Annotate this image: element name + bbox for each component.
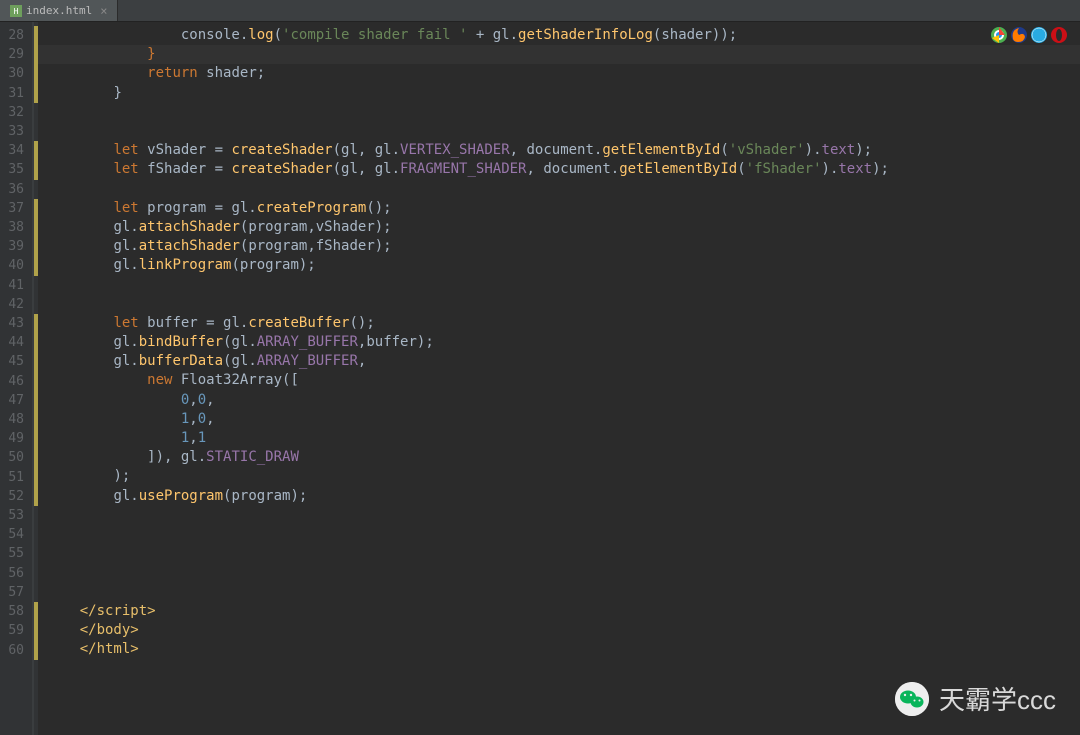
line-number: 47 (0, 391, 24, 410)
code-line[interactable] (46, 122, 1080, 141)
code-line[interactable] (46, 563, 1080, 582)
line-number: 38 (0, 218, 24, 237)
safari-icon[interactable] (1030, 26, 1048, 44)
code-line[interactable]: } (46, 84, 1080, 103)
editor-tab-index-html[interactable]: H index.html × (0, 0, 118, 21)
line-number: 48 (0, 410, 24, 429)
code-line[interactable] (46, 295, 1080, 314)
line-number: 35 (0, 160, 24, 179)
code-line[interactable]: </html> (46, 640, 1080, 659)
code-line[interactable]: console.log('compile shader fail ' + gl.… (46, 26, 1080, 45)
line-number: 49 (0, 429, 24, 448)
code-line[interactable]: let fShader = createShader(gl, gl.FRAGME… (46, 160, 1080, 179)
firefox-icon[interactable] (1010, 26, 1028, 44)
line-number: 29 (0, 45, 24, 64)
code-editor[interactable]: 2829303132333435363738394041424344454647… (0, 22, 1080, 735)
wechat-icon (895, 682, 929, 716)
line-number: 60 (0, 641, 24, 660)
line-number: 31 (0, 84, 24, 103)
code-line[interactable] (46, 582, 1080, 601)
code-line[interactable]: } (46, 45, 1080, 64)
line-number: 52 (0, 487, 24, 506)
code-line[interactable]: new Float32Array([ (46, 371, 1080, 390)
line-number: 30 (0, 64, 24, 83)
code-line[interactable]: ); (46, 467, 1080, 486)
line-number: 42 (0, 295, 24, 314)
tab-close-icon[interactable]: × (100, 4, 107, 18)
line-number: 57 (0, 583, 24, 602)
code-line[interactable]: ]), gl.STATIC_DRAW (46, 448, 1080, 467)
code-line[interactable]: let vShader = createShader(gl, gl.VERTEX… (46, 141, 1080, 160)
line-number: 53 (0, 506, 24, 525)
code-line[interactable]: gl.bindBuffer(gl.ARRAY_BUFFER,buffer); (46, 333, 1080, 352)
code-line[interactable] (46, 544, 1080, 563)
opera-icon[interactable] (1050, 26, 1068, 44)
code-line[interactable]: gl.attachShader(program,fShader); (46, 237, 1080, 256)
line-number: 43 (0, 314, 24, 333)
code-line[interactable]: gl.bufferData(gl.ARRAY_BUFFER, (46, 352, 1080, 371)
code-line[interactable]: 1,1 (46, 429, 1080, 448)
code-line[interactable] (46, 275, 1080, 294)
code-line[interactable]: 0,0, (46, 391, 1080, 410)
line-number: 59 (0, 621, 24, 640)
line-number: 37 (0, 199, 24, 218)
code-line[interactable]: </body> (46, 621, 1080, 640)
code-line[interactable]: gl.useProgram(program); (46, 487, 1080, 506)
line-number: 54 (0, 525, 24, 544)
browser-preview-icons (990, 26, 1068, 44)
svg-text:H: H (14, 7, 19, 16)
line-number: 56 (0, 564, 24, 583)
watermark-text: 天霸学ccc (939, 680, 1056, 717)
code-line[interactable]: let buffer = gl.createBuffer(); (46, 314, 1080, 333)
line-number: 51 (0, 468, 24, 487)
line-number: 55 (0, 544, 24, 563)
code-line[interactable]: return shader; (46, 64, 1080, 83)
tab-label: index.html (26, 4, 92, 17)
code-line[interactable] (46, 180, 1080, 199)
line-number: 50 (0, 448, 24, 467)
line-number: 40 (0, 256, 24, 275)
code-line[interactable]: </script> (46, 602, 1080, 621)
code-line[interactable]: gl.linkProgram(program); (46, 256, 1080, 275)
line-number: 28 (0, 26, 24, 45)
line-number: 32 (0, 103, 24, 122)
code-line[interactable] (46, 525, 1080, 544)
code-line[interactable]: 1,0, (46, 410, 1080, 429)
line-number: 39 (0, 237, 24, 256)
line-number: 41 (0, 276, 24, 295)
line-number: 44 (0, 333, 24, 352)
line-number: 45 (0, 352, 24, 371)
line-number: 34 (0, 141, 24, 160)
watermark: 天霸学ccc (895, 680, 1056, 717)
code-area[interactable]: console.log('compile shader fail ' + gl.… (38, 22, 1080, 735)
line-number: 36 (0, 180, 24, 199)
code-line[interactable]: let program = gl.createProgram(); (46, 199, 1080, 218)
line-number: 58 (0, 602, 24, 621)
code-line[interactable] (46, 506, 1080, 525)
tab-bar: H index.html × (0, 0, 1080, 22)
chrome-icon[interactable] (990, 26, 1008, 44)
html-file-icon: H (10, 5, 22, 17)
code-line[interactable]: gl.attachShader(program,vShader); (46, 218, 1080, 237)
line-number-gutter: 2829303132333435363738394041424344454647… (0, 22, 34, 735)
line-number: 46 (0, 372, 24, 391)
line-number: 33 (0, 122, 24, 141)
code-line[interactable] (46, 103, 1080, 122)
